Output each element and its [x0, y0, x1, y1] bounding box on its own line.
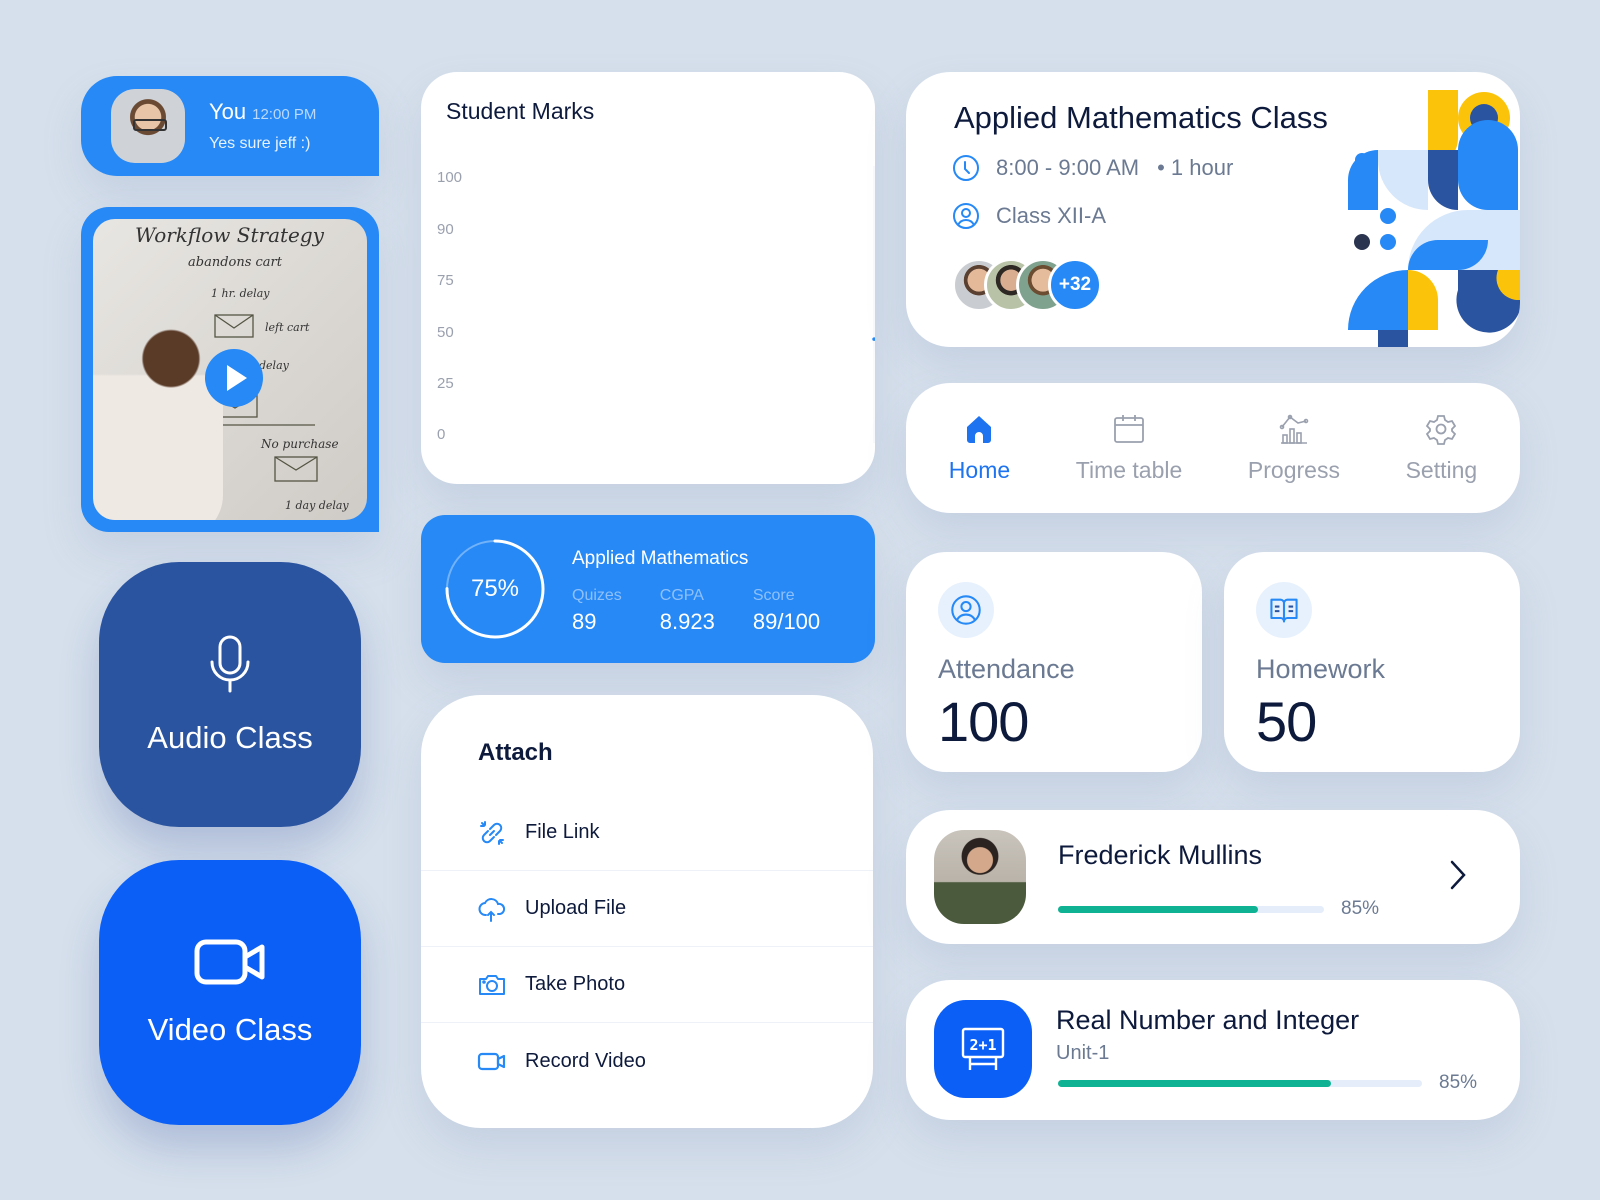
- bottom-navigation: Home Time table Progress Setting: [906, 383, 1520, 513]
- attach-label: Take Photo: [525, 973, 626, 995]
- video-class-label: Video Class: [147, 1011, 313, 1047]
- topic-unit: Unit-1: [1056, 1042, 1110, 1064]
- progress-percent: 75%: [470, 575, 520, 602]
- stat-value: 8.923: [659, 609, 715, 634]
- topic-progress-row[interactable]: 2+1 Real Number and Integer Unit-1 85%: [906, 980, 1520, 1120]
- attach-label: Upload File: [525, 897, 627, 919]
- tab-label: Home: [948, 456, 1011, 483]
- class-title: Applied Mathematics Class: [954, 100, 1328, 135]
- class-group-row: Class XII-A: [952, 202, 1106, 230]
- extra-members-badge: +32: [1048, 258, 1102, 312]
- tab-label: Setting: [1405, 456, 1478, 483]
- stat-cgpa: CGPA 8.923: [660, 587, 715, 635]
- user-circle-icon: [938, 582, 994, 638]
- member-avatars[interactable]: +32: [952, 258, 1102, 312]
- y-tick-label: 100: [437, 169, 462, 186]
- message-time: 12:00 PM: [252, 106, 317, 123]
- clock-icon: [953, 155, 979, 181]
- progress-fill: [1058, 1080, 1331, 1087]
- y-tick-label: 25: [437, 375, 454, 392]
- tab-label: Progress: [1247, 456, 1340, 483]
- y-tick-label: 0: [437, 426, 445, 443]
- book-open-icon: [1256, 582, 1312, 638]
- topic-title: Real Number and Integer: [1056, 1005, 1360, 1035]
- blackboard-math-icon: 2+1: [934, 1000, 1032, 1098]
- attach-label: File Link: [525, 821, 600, 843]
- chart-canvas: 025507590100JANFEBMARAPRMAYJUN75: [437, 166, 875, 443]
- y-tick-label: 90: [437, 221, 454, 238]
- stat-quizes: Quizes 89: [572, 587, 622, 635]
- microphone-icon: [210, 635, 250, 692]
- message-text: Yes sure jeff :): [209, 135, 311, 152]
- tab-progress[interactable]: Progress: [1248, 413, 1340, 484]
- tab-time-table[interactable]: Time table: [1075, 413, 1183, 484]
- class-time: 8:00 - 9:00 AM: [996, 155, 1140, 180]
- tab-label: Time table: [1075, 456, 1183, 483]
- metric-value: 50: [1256, 690, 1317, 753]
- video-class-button[interactable]: Video Class: [99, 860, 361, 1125]
- y-tick-label: 75: [437, 272, 454, 289]
- audio-class-label: Audio Class: [147, 719, 313, 755]
- attach-menu: Attach File Link Upload File Take Photo …: [421, 695, 873, 1128]
- student-progress-row[interactable]: Frederick Mullins 85%: [906, 810, 1520, 944]
- class-time-row: 8:00 - 9:00 AM • 1 hour: [952, 154, 1233, 182]
- stat-value: 89: [572, 609, 597, 634]
- topic-progress-bar: [1058, 1080, 1422, 1087]
- progress-fill: [1058, 906, 1258, 913]
- attach-take-photo[interactable]: Take Photo: [421, 947, 873, 1023]
- attendance-card[interactable]: Attendance 100: [906, 552, 1202, 772]
- sender-avatar: [111, 89, 185, 163]
- subject-stats-card[interactable]: 75% Applied Mathematics Quizes 89 CGPA 8…: [421, 515, 875, 663]
- attach-file-link[interactable]: File Link: [421, 795, 873, 871]
- metric-value: 100: [938, 690, 1029, 753]
- homework-card[interactable]: Homework 50: [1224, 552, 1520, 772]
- link-icon: [480, 820, 504, 845]
- metric-label: Homework: [1256, 654, 1386, 684]
- play-icon[interactable]: [205, 349, 263, 407]
- chevron-right-icon[interactable]: [1448, 858, 1468, 892]
- stat-label: Score: [752, 587, 795, 604]
- tab-setting[interactable]: Setting: [1405, 413, 1478, 484]
- stat-label: CGPA: [659, 587, 704, 604]
- y-tick-label: 50: [437, 324, 454, 341]
- student-progress-label: 85%: [1341, 898, 1380, 919]
- student-avatar: [934, 830, 1026, 924]
- tab-home[interactable]: Home: [949, 413, 1010, 484]
- student-progress-bar: [1058, 906, 1324, 913]
- attach-label: Record Video: [525, 1049, 646, 1072]
- cloud-upload-icon: [478, 897, 506, 922]
- geometric-decoration: [1348, 90, 1520, 347]
- attach-title: Attach: [478, 739, 553, 766]
- stat-value: 89/100: [752, 609, 821, 634]
- student-name: Frederick Mullins: [1058, 840, 1263, 870]
- home-icon: [967, 415, 992, 443]
- video-icon: [477, 1052, 506, 1071]
- video-thumbnail: Workflow Strategy abandons cart 1 hr. de…: [93, 219, 367, 520]
- sender-name: You: [209, 99, 247, 124]
- progress-chart-icon: [1279, 414, 1309, 444]
- class-group: Class XII-A: [996, 203, 1107, 228]
- topic-progress-label: 85%: [1439, 1072, 1478, 1093]
- camera-icon: [479, 974, 505, 995]
- stat-score: Score 89/100: [753, 587, 820, 635]
- teacher-figure: [93, 319, 223, 520]
- user-circle-icon: [953, 203, 979, 229]
- student-marks-chart: Student Marks 025507590100JANFEBMARAPRMA…: [421, 72, 875, 484]
- attach-record-video[interactable]: Record Video: [421, 1023, 873, 1099]
- gear-icon: [1426, 414, 1457, 445]
- stat-label: Quizes: [572, 587, 622, 604]
- video-camera-icon: [194, 939, 265, 984]
- calendar-icon: [1114, 414, 1144, 443]
- chat-message[interactable]: You 12:00 PM Yes sure jeff :): [81, 76, 379, 176]
- video-card[interactable]: Workflow Strategy abandons cart 1 hr. de…: [81, 207, 379, 532]
- metric-label: Attendance: [938, 654, 1075, 684]
- icon-text: 2+1: [969, 1036, 996, 1054]
- audio-class-button[interactable]: Audio Class: [99, 562, 361, 827]
- class-card[interactable]: Applied Mathematics Class 8:00 - 9:00 AM…: [906, 72, 1520, 347]
- subject-name: Applied Mathematics: [572, 548, 749, 569]
- attach-upload-file[interactable]: Upload File: [421, 871, 873, 947]
- class-duration: • 1 hour: [1157, 155, 1234, 180]
